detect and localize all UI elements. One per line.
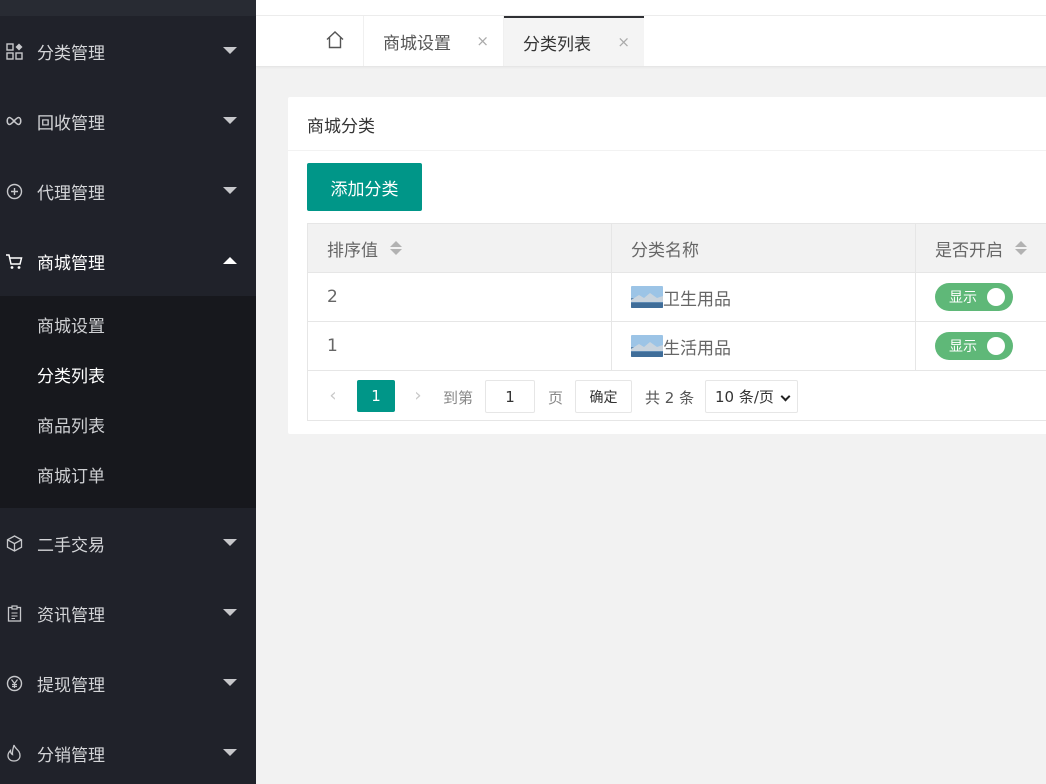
tab-category-list[interactable]: 分类列表 ×: [504, 16, 644, 66]
cell-enabled: 显示: [916, 273, 1046, 321]
cell-sort-value: 2: [308, 273, 612, 321]
table-row: 1 生活用品 显示: [308, 322, 1046, 371]
caret-down-icon: [223, 679, 237, 686]
cell-enabled: 显示: [916, 322, 1046, 370]
chevron-down-icon: [780, 391, 791, 402]
tab-label: 商城设置: [383, 33, 451, 54]
clipboard-icon: [5, 604, 23, 622]
submenu-item-mall-settings[interactable]: 商城设置: [0, 302, 256, 352]
mall-submenu: 商城设置 分类列表 商品列表 商城订单: [0, 296, 256, 508]
pagination: ‹ 1 › 到第 页 确定 共 2 条 10 条/页: [308, 371, 1046, 421]
tab-bar: 商城设置 × 分类列表 ×: [256, 16, 1046, 67]
grid-icon: [5, 42, 23, 60]
menu-label: 分类管理: [37, 43, 105, 64]
menu-label: 二手交易: [37, 535, 105, 556]
category-name: 卫生用品: [663, 289, 731, 310]
yen-circle-icon: [5, 674, 23, 692]
home-icon: [325, 30, 345, 53]
menu-item-recycle[interactable]: 回收管理: [0, 86, 256, 156]
caret-down-icon: [223, 749, 237, 756]
category-name: 生活用品: [663, 338, 731, 359]
submenu-item-category-list[interactable]: 分类列表: [0, 352, 256, 402]
menu-item-second-hand[interactable]: 二手交易: [0, 508, 256, 578]
add-category-button[interactable]: 添加分类: [307, 163, 422, 211]
goto-page-input[interactable]: [485, 380, 535, 413]
sidebar: 分类管理 回收管理 代理管理 商城管理 商城设置 分类列表 商品列表 商城订单 …: [0, 0, 256, 784]
cell-category-name: 卫生用品: [612, 273, 916, 321]
menu-label: 代理管理: [37, 183, 105, 204]
toggle-label: 显示: [949, 339, 977, 355]
status-toggle[interactable]: 显示: [935, 332, 1013, 360]
top-header: [256, 0, 1046, 16]
card-header: 商城分类: [288, 97, 1046, 151]
close-icon[interactable]: ×: [617, 33, 630, 51]
sort-icon[interactable]: [390, 241, 402, 255]
submenu-item-mall-orders[interactable]: 商城订单: [0, 452, 256, 502]
header-label: 是否开启: [935, 240, 1003, 261]
cube-icon: [5, 534, 23, 552]
menu-label: 分销管理: [37, 745, 105, 766]
header-label: 排序值: [327, 240, 378, 261]
cart-icon: [5, 252, 23, 270]
infinity-icon: [5, 112, 23, 130]
menu-item-distribution[interactable]: 分销管理: [0, 718, 256, 784]
plus-circle-icon: [5, 182, 23, 200]
menu-item-withdraw[interactable]: 提现管理: [0, 648, 256, 718]
status-toggle[interactable]: 显示: [935, 283, 1013, 311]
tab-home[interactable]: [306, 16, 364, 66]
total-count: 共 2 条: [645, 389, 695, 407]
menu-item-category[interactable]: 分类管理: [0, 16, 256, 86]
tab-label: 分类列表: [523, 34, 591, 55]
page-size-select[interactable]: 10 条/页: [705, 380, 798, 413]
header-label: 分类名称: [631, 240, 699, 261]
card-title: 商城分类: [307, 117, 375, 137]
caret-up-icon: [223, 257, 237, 264]
category-table: 排序值 分类名称 是否开启 2 卫生用品 显示 1 生活用品 显示 ‹ 1 › …: [307, 223, 1046, 421]
caret-down-icon: [223, 47, 237, 54]
close-icon[interactable]: ×: [476, 32, 489, 50]
menu-item-agent[interactable]: 代理管理: [0, 156, 256, 226]
cell-category-name: 生活用品: [612, 322, 916, 370]
toggle-knob: [987, 337, 1005, 355]
category-thumbnail: [631, 286, 663, 308]
table-row: 2 卫生用品 显示: [308, 273, 1046, 322]
header-enabled[interactable]: 是否开启: [916, 224, 1046, 272]
submenu-item-product-list[interactable]: 商品列表: [0, 402, 256, 452]
table-header-row: 排序值 分类名称 是否开启: [308, 224, 1046, 273]
next-page-button[interactable]: ›: [410, 385, 426, 406]
header-category-name: 分类名称: [612, 224, 916, 272]
menu-item-news[interactable]: 资讯管理: [0, 578, 256, 648]
caret-down-icon: [223, 117, 237, 124]
category-thumbnail: [631, 335, 663, 357]
confirm-page-button[interactable]: 确定: [575, 380, 632, 413]
sidebar-top: [0, 0, 256, 16]
menu-label: 资讯管理: [37, 605, 105, 626]
category-card: 商城分类 添加分类 排序值 分类名称 是否开启 2 卫生用品 显示 1 生活用品…: [288, 97, 1046, 434]
menu-item-mall[interactable]: 商城管理: [0, 226, 256, 296]
caret-down-icon: [223, 539, 237, 546]
goto-label: 到第: [443, 389, 474, 407]
sort-icon[interactable]: [1015, 241, 1027, 255]
fire-icon: [5, 744, 23, 762]
menu-label: 商城管理: [37, 253, 105, 274]
tab-mall-settings[interactable]: 商城设置 ×: [364, 16, 504, 66]
current-page-button[interactable]: 1: [357, 380, 395, 412]
prev-page-button[interactable]: ‹: [325, 385, 341, 406]
page-label: 页: [548, 389, 564, 407]
caret-down-icon: [223, 609, 237, 616]
page-size-value: 10 条/页: [715, 388, 774, 406]
menu-label: 提现管理: [37, 675, 105, 696]
caret-down-icon: [223, 187, 237, 194]
menu-label: 回收管理: [37, 113, 105, 134]
cell-sort-value: 1: [308, 322, 612, 370]
toggle-knob: [987, 288, 1005, 306]
toggle-label: 显示: [949, 290, 977, 306]
header-sort-value[interactable]: 排序值: [308, 224, 612, 272]
